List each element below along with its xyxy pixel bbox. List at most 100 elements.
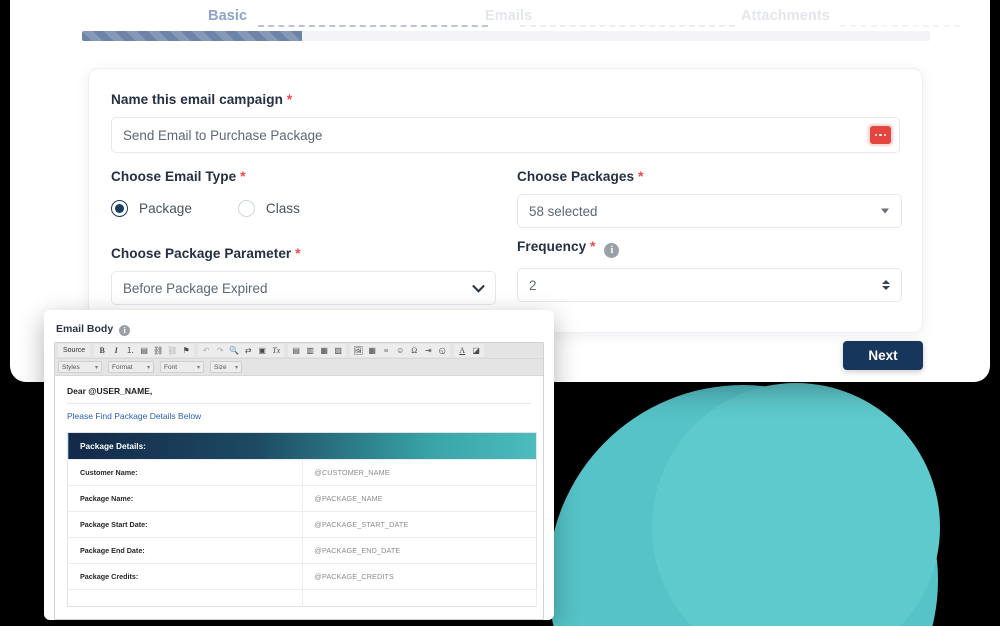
package-details-header: Package Details: <box>67 432 537 460</box>
step-attachments[interactable]: Attachments <box>741 8 830 24</box>
email-type-label: Choose Email Type * <box>111 168 496 184</box>
italic-icon[interactable]: I <box>109 344 123 357</box>
stepper-connector-1 <box>258 25 488 27</box>
row-key: Customer Name: <box>67 459 303 486</box>
toolbar-group-editing: ↶ ↷ 🔍 ⇄ ▣ Tx <box>198 344 285 357</box>
smiley-icon[interactable]: ☺ <box>393 344 407 357</box>
ellipsis-icon[interactable] <box>870 126 891 144</box>
choose-packages-select[interactable]: 58 selected <box>517 194 902 228</box>
field-email-type: Choose Email Type * Package Class <box>111 168 496 217</box>
package-details-body: Customer Name: @CUSTOMER_NAME Package Na… <box>67 459 537 607</box>
format-dropdown-label: Format <box>112 363 133 371</box>
styles-dropdown-label: Styles <box>62 363 80 371</box>
editor-content-area[interactable]: Dear @USER_NAME, Please Find Package Det… <box>55 376 543 619</box>
frequency-label: Frequency * i <box>517 238 902 258</box>
background-color-icon[interactable]: ◪ <box>469 344 483 357</box>
redo-icon: ↷ <box>216 346 224 355</box>
chevron-down-icon <box>472 279 485 293</box>
wizard-progress-fill <box>82 31 303 41</box>
radio-option-package[interactable]: Package <box>111 200 192 217</box>
iframe-icon[interactable]: ◵ <box>435 344 449 357</box>
numbered-list-icon[interactable]: ⒈ <box>123 344 137 357</box>
frequency-stepper[interactable]: 2 <box>517 268 902 302</box>
anchor-flag-icon[interactable]: ⚑ <box>179 344 193 357</box>
remove-format-icon[interactable]: Tx <box>269 344 283 357</box>
table-icon[interactable]: ▦ <box>365 344 379 357</box>
email-body-panel: Email Body i Source B I ⒈ ▤ ⛓ ⛓ ⚑ ↶ ↷ 🔍 … <box>44 310 554 620</box>
step-emails[interactable]: Emails <box>485 8 532 24</box>
row-value: @PACKAGE_NAME <box>302 485 537 512</box>
bulleted-list-icon[interactable]: ▤ <box>137 344 151 357</box>
stepper-connector-2 <box>520 25 735 27</box>
size-dropdown-label: Size <box>214 363 227 371</box>
align-justify-icon[interactable]: ▧ <box>331 344 345 357</box>
radio-option-class[interactable]: Class <box>237 200 300 217</box>
find-icon[interactable]: 🔍 <box>227 344 241 357</box>
wizard-progress-track <box>82 31 930 41</box>
frequency-value: 2 <box>529 277 537 293</box>
field-package-parameter: Choose Package Parameter * Before Packag… <box>111 245 496 305</box>
package-parameter-select[interactable]: Before Package Expired <box>111 271 496 305</box>
radio-icon-selected <box>111 200 128 217</box>
align-left-icon[interactable]: ▤ <box>289 344 303 357</box>
choose-packages-value: 58 selected <box>529 203 598 219</box>
package-details-table: Package Details: Customer Name: @CUSTOME… <box>67 432 537 607</box>
email-subline: Please Find Package Details Below <box>67 411 202 421</box>
rich-text-editor: Source B I ⒈ ▤ ⛓ ⛓ ⚑ ↶ ↷ 🔍 ⇄ ▣ Tx ▤ ▥ ▦ … <box>54 342 544 620</box>
row-value: @CUSTOMER_NAME <box>302 459 537 486</box>
special-char-icon[interactable]: Ω <box>407 344 421 357</box>
info-icon[interactable]: i <box>604 243 620 258</box>
next-button[interactable]: Next <box>843 341 923 370</box>
unlink-icon: ⛓ <box>167 346 178 355</box>
required-marker: * <box>637 168 644 184</box>
font-dropdown-label: Font <box>164 363 178 371</box>
row-value: @PACKAGE_START_DATE <box>302 511 537 538</box>
editor-toolbar-row-2: Styles ▾ Format ▾ Font ▾ Size ▾ <box>55 359 543 376</box>
toolbar-group-alignment: ▤ ▥ ▦ ▧ <box>288 344 347 357</box>
campaign-name-label-text: Name this email campaign <box>111 92 283 107</box>
email-type-radio-group: Package Class <box>111 194 496 217</box>
toolbar-group-colors: A ◪ <box>454 344 485 357</box>
image-icon[interactable]: 🖼 <box>351 344 365 357</box>
text-color-icon[interactable]: A <box>455 344 469 357</box>
wizard-stepper: Basic Emails Attachments <box>10 0 990 44</box>
format-dropdown[interactable]: Format ▾ <box>108 361 154 373</box>
replace-icon[interactable]: ⇄ <box>241 344 255 357</box>
row-spacer-value <box>302 589 537 607</box>
required-marker: * <box>286 91 293 107</box>
align-right-icon[interactable]: ▦ <box>317 344 331 357</box>
info-icon[interactable]: i <box>119 325 131 336</box>
link-icon[interactable]: ⛓ <box>151 344 165 357</box>
screen-root: Basic Emails Attachments Name this email… <box>0 0 1000 626</box>
styles-dropdown[interactable]: Styles ▾ <box>58 361 102 373</box>
row-key: Package Credits: <box>67 563 303 590</box>
size-dropdown[interactable]: Size ▾ <box>210 361 242 373</box>
package-parameter-label: Choose Package Parameter * <box>111 245 496 261</box>
step-basic[interactable]: Basic <box>208 8 247 24</box>
table-row: Package Name: @PACKAGE_NAME <box>67 485 537 512</box>
toolbar-group-basic-styles: B I ⒈ ▤ ⛓ ⛓ ⚑ <box>94 344 195 357</box>
toolbar-group-source: Source <box>58 344 91 357</box>
campaign-name-input[interactable]: Send Email to Purchase Package <box>111 117 900 153</box>
frequency-label-text: Frequency <box>517 239 587 254</box>
source-icon[interactable]: Source <box>59 344 89 357</box>
font-dropdown[interactable]: Font ▾ <box>160 361 204 373</box>
email-greeting: Dear @USER_NAME, <box>67 386 531 404</box>
choose-packages-label-text: Choose Packages <box>517 169 635 184</box>
table-row: Package End Date: @PACKAGE_END_DATE <box>67 537 537 564</box>
row-key: Package Name: <box>67 485 303 512</box>
row-key: Package Start Date: <box>67 511 303 538</box>
bold-icon[interactable]: B <box>95 344 109 357</box>
horizontal-rule-icon[interactable]: ≡ <box>379 344 393 357</box>
campaign-name-value: Send Email to Purchase Package <box>123 127 323 143</box>
align-center-icon[interactable]: ▥ <box>303 344 317 357</box>
field-choose-packages: Choose Packages * 58 selected <box>517 168 902 228</box>
paste-text-icon[interactable]: ▣ <box>255 344 269 357</box>
field-frequency: Frequency * i 2 <box>517 238 902 302</box>
required-marker: * <box>590 238 596 254</box>
stepper-arrows-icon[interactable] <box>882 280 890 290</box>
row-key: Package End Date: <box>67 537 303 564</box>
page-break-icon[interactable]: ⇥ <box>421 344 435 357</box>
radio-label-class: Class <box>265 201 300 216</box>
row-spacer-key <box>67 589 303 607</box>
